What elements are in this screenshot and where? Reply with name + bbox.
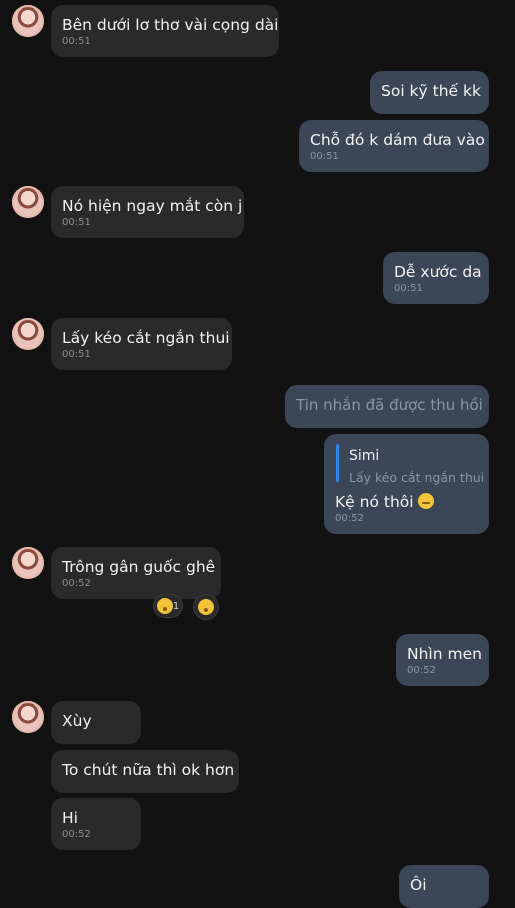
message-bubble-incoming[interactable]: To chút nữa thì ok hơn: [51, 750, 239, 793]
message-bubble-outgoing[interactable]: Soi kỹ thế kk: [370, 71, 489, 114]
message-bubble-outgoing[interactable]: Chỗ đó k dám đưa vào 00:51: [299, 120, 489, 172]
message-bubble-outgoing[interactable]: Dễ xước da 00:51: [383, 252, 489, 304]
message-text: Ôi: [410, 876, 427, 894]
contact-avatar[interactable]: [12, 318, 44, 350]
message-bubble-incoming[interactable]: Trông gân guốc ghê 00:52: [51, 547, 221, 599]
message-time: 00:51: [394, 283, 423, 294]
reaction-count: 1: [172, 600, 180, 612]
message-time: 00:52: [335, 513, 364, 524]
message-time: 00:52: [62, 829, 91, 840]
message-bubble-incoming[interactable]: Nó hiện ngay mắt còn j 00:51: [51, 186, 244, 238]
message-time: 00:51: [62, 217, 91, 228]
thinking-face-emoji-icon: [417, 493, 434, 509]
contact-avatar[interactable]: [12, 547, 44, 579]
message-text: Xùy: [62, 712, 92, 730]
message-text: Bên dưới lơ thơ vài cọng dài: [62, 16, 279, 34]
message-bubble-incoming[interactable]: Bên dưới lơ thơ vài cọng dài 00:51: [51, 5, 279, 57]
reply-quote-bar: [336, 444, 339, 482]
message-bubble-outgoing[interactable]: Ôi: [399, 865, 489, 908]
contact-avatar[interactable]: [12, 701, 44, 733]
message-bubble-reply[interactable]: Simi Lấy kéo cắt ngắn thui Kệ nó thôi 00…: [324, 434, 489, 534]
reaction-emoji-icon: [198, 599, 214, 615]
message-time: 00:52: [62, 578, 91, 589]
message-time: 00:51: [310, 151, 339, 162]
message-time: 00:52: [407, 665, 436, 676]
recalled-notice: Tin nhắn đã được thu hồi: [296, 396, 483, 414]
reaction-summary[interactable]: 1: [153, 594, 183, 618]
add-reaction-button[interactable]: [193, 594, 219, 620]
message-bubble-recalled[interactable]: Tin nhắn đã được thu hồi: [285, 385, 489, 428]
reply-quote-text: Lấy kéo cắt ngắn thui: [349, 470, 485, 485]
message-time: 00:51: [62, 36, 91, 47]
reply-quote-name: Simi: [349, 448, 380, 464]
message-bubble-incoming[interactable]: Lấy kéo cắt ngắn thui 00:51: [51, 318, 232, 370]
message-text: To chút nữa thì ok hơn: [62, 761, 235, 779]
message-bubble-outgoing[interactable]: Nhìn men 00:52: [396, 634, 489, 686]
message-bubble-incoming[interactable]: Hi 00:52: [51, 798, 141, 850]
message-text: Soi kỹ thế kk: [381, 82, 481, 100]
reaction-emoji-icon: [156, 598, 173, 614]
contact-avatar[interactable]: [12, 5, 44, 37]
contact-avatar[interactable]: [12, 186, 44, 218]
message-bubble-incoming[interactable]: Xùy: [51, 701, 141, 744]
message-time: 00:51: [62, 349, 91, 360]
